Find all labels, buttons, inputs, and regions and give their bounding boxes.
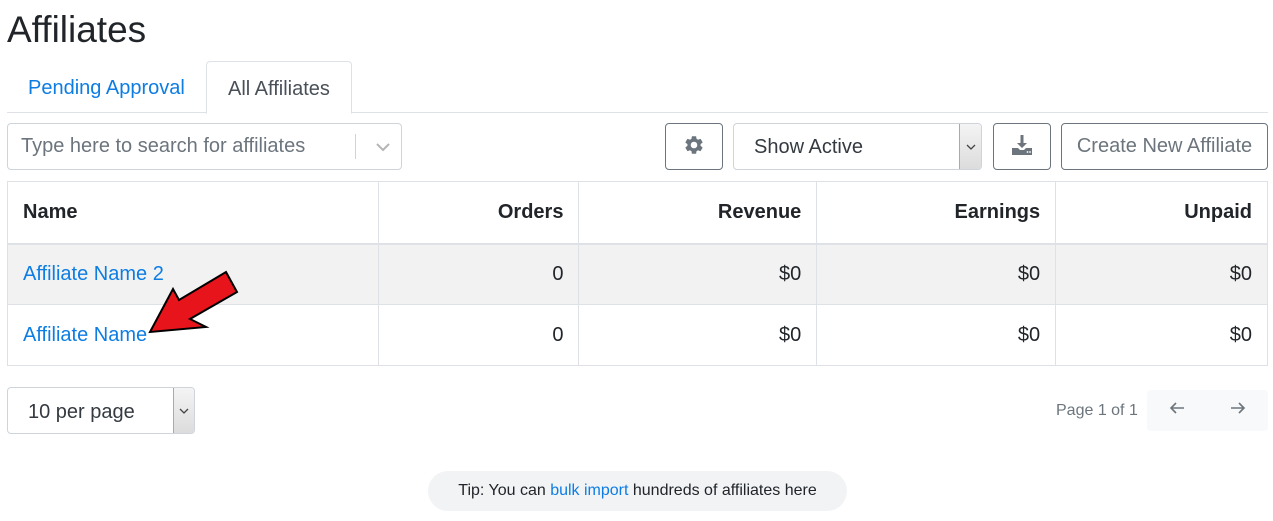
cell-unpaid: $0 [1055,243,1268,305]
previous-page-button[interactable] [1147,390,1207,431]
cell-revenue: $0 [578,304,818,366]
tip-prefix: Tip: You can [458,482,551,499]
tab-bar: Pending Approval All Affiliates [7,61,1268,114]
tip-suffix: hundreds of affiliates here [628,482,817,499]
affiliate-search-select[interactable] [7,123,402,170]
page-title: Affiliates [7,9,147,50]
search-input[interactable] [8,124,353,169]
select-arrow-icon[interactable] [173,388,194,433]
next-page-button[interactable] [1208,390,1268,431]
page-info: Page 1 of 1 [1056,402,1138,419]
export-button[interactable] [993,123,1051,170]
create-affiliate-button[interactable]: Create New Affiliate [1061,123,1268,170]
column-header-unpaid[interactable]: Unpaid [1055,181,1268,245]
red-arrow-annotation [148,270,239,334]
chevron-down-icon[interactable] [363,124,403,169]
select-arrow-icon[interactable] [959,124,981,169]
gear-icon [683,134,705,159]
cell-earnings: $0 [816,304,1057,366]
status-filter-select[interactable]: Show Active [733,123,982,170]
download-icon [1010,133,1034,160]
per-page-value: 10 per page [28,401,135,423]
cell-orders: 0 [377,243,580,305]
cell-earnings: $0 [816,243,1057,305]
column-header-earnings[interactable]: Earnings [816,181,1057,245]
tab-pending-approval[interactable]: Pending Approval [7,61,206,113]
column-header-revenue[interactable]: Revenue [578,181,818,245]
affiliate-link[interactable]: Affiliate Name [23,324,147,346]
settings-button[interactable] [665,123,723,170]
table-header-row: Name Orders Revenue Earnings Unpaid [7,181,1268,245]
column-header-orders[interactable]: Orders [377,181,580,245]
arrow-right-icon [1230,401,1246,420]
tip-banner: Tip: You can bulk import hundreds of aff… [428,471,847,511]
cell-orders: 0 [377,304,580,366]
search-separator [355,134,356,159]
arrow-left-icon [1169,401,1185,420]
cell-unpaid: $0 [1055,304,1268,366]
bulk-import-link[interactable]: bulk import [550,482,628,499]
column-header-name[interactable]: Name [7,181,379,245]
tab-all-affiliates[interactable]: All Affiliates [206,61,352,114]
pager [1147,390,1268,431]
cell-revenue: $0 [578,243,818,305]
per-page-select[interactable]: 10 per page [7,387,195,434]
status-filter-value: Show Active [754,136,863,158]
